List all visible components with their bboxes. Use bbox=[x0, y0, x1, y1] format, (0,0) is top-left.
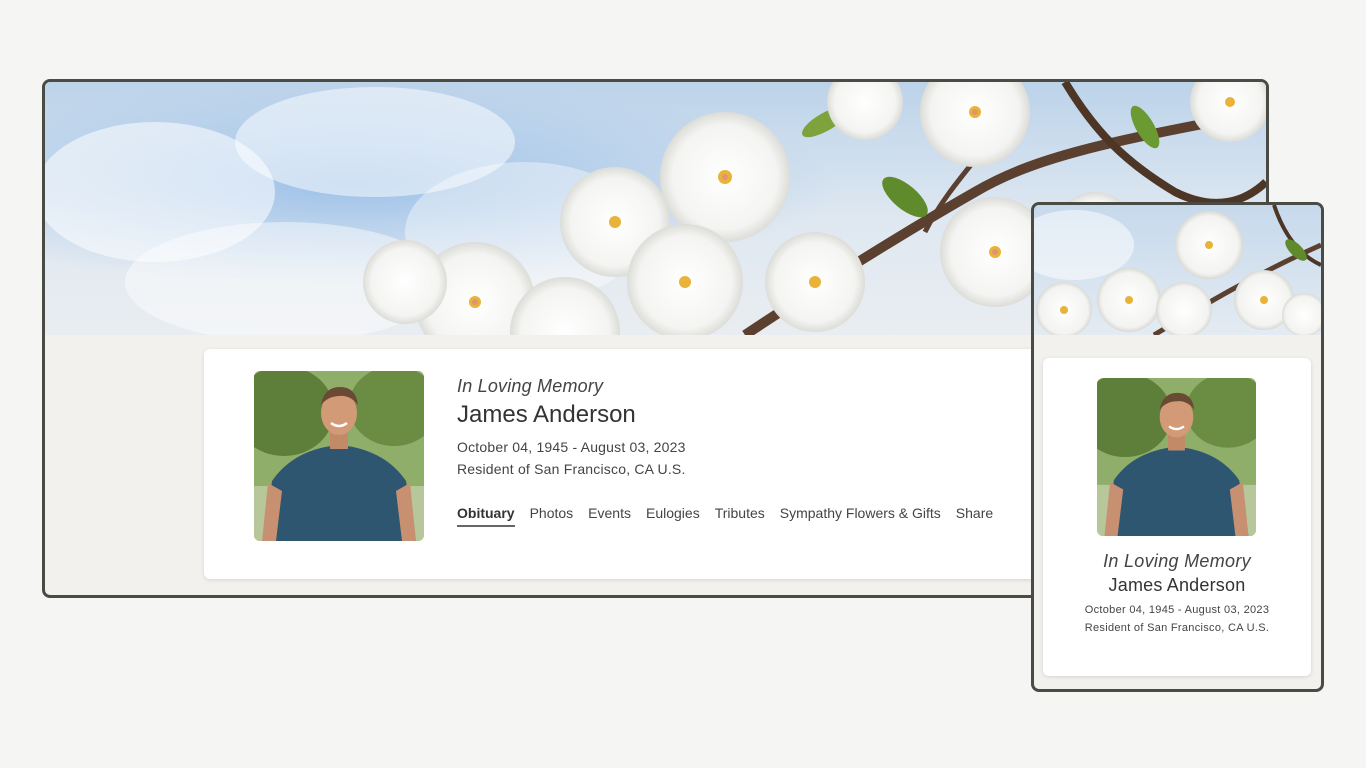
memorial-info: In Loving Memory James Anderson October … bbox=[457, 376, 1044, 527]
mobile-deceased-name: James Anderson bbox=[1108, 575, 1246, 595]
tab-obituary[interactable]: Obituary bbox=[457, 505, 515, 527]
mobile-portrait-photo bbox=[1097, 378, 1256, 536]
life-dates: October 04, 1945 - August 03, 2023 bbox=[457, 439, 686, 455]
mobile-preview-frame: In Loving Memory James Anderson October … bbox=[1031, 202, 1324, 692]
deceased-name: James Anderson bbox=[457, 401, 636, 428]
portrait-photo bbox=[254, 371, 424, 541]
tab-eulogies[interactable]: Eulogies bbox=[646, 505, 700, 527]
person-portrait-image bbox=[254, 371, 424, 541]
tab-tributes[interactable]: Tributes bbox=[715, 505, 765, 527]
tab-share[interactable]: Share bbox=[956, 505, 993, 527]
memorial-tagline: In Loving Memory bbox=[457, 376, 604, 396]
mobile-hero-banner-image bbox=[1034, 205, 1321, 335]
tab-events[interactable]: Events bbox=[588, 505, 631, 527]
residence-text: Resident of San Francisco, CA U.S. bbox=[457, 461, 686, 477]
memorial-card: In Loving Memory James Anderson October … bbox=[204, 349, 1064, 579]
memorial-nav-tabs: Obituary Photos Events Eulogies Tributes… bbox=[457, 505, 1044, 527]
mobile-memorial-info: In Loving Memory James Anderson October … bbox=[1043, 551, 1311, 634]
mobile-person-portrait-image bbox=[1097, 378, 1256, 536]
mobile-memorial-card: In Loving Memory James Anderson October … bbox=[1043, 358, 1311, 676]
mobile-life-dates: October 04, 1945 - August 03, 2023 bbox=[1084, 604, 1270, 616]
tab-sympathy-flowers-gifts[interactable]: Sympathy Flowers & Gifts bbox=[780, 505, 941, 527]
mobile-memorial-tagline: In Loving Memory bbox=[1103, 551, 1251, 571]
mobile-residence-text: Resident of San Francisco, CA U.S. bbox=[1084, 622, 1270, 634]
tab-photos[interactable]: Photos bbox=[530, 505, 574, 527]
mobile-cherry-blossom-illustration bbox=[1034, 205, 1321, 335]
